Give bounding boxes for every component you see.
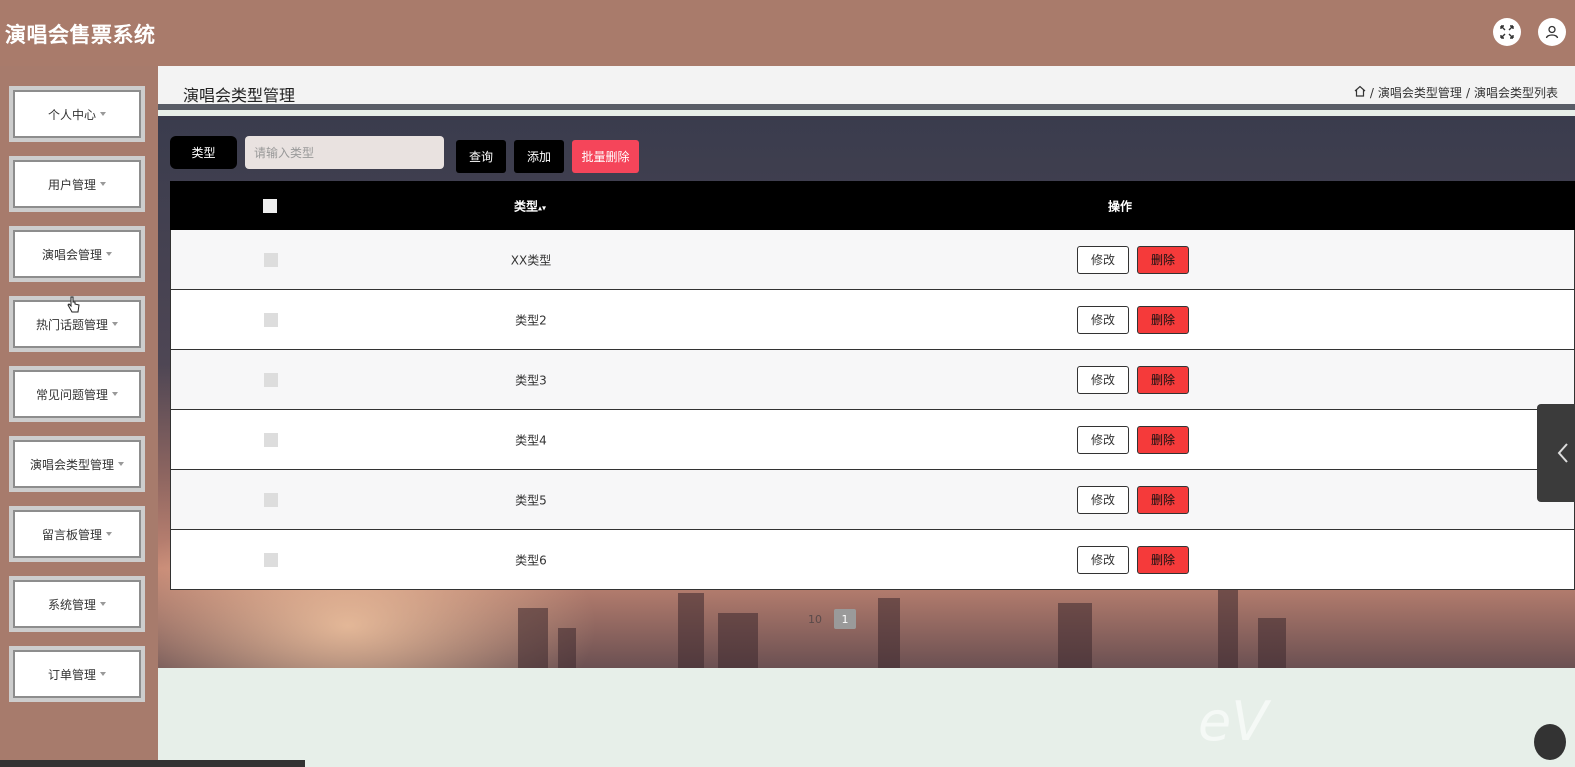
sidebar-item-label: 个人中心: [47, 107, 96, 122]
type-cell: 类型3: [515, 373, 547, 387]
sidebar-item-faq[interactable]: 常见问题管理: [9, 366, 145, 422]
table-row: XX类型 修改 删除: [170, 230, 1575, 290]
breadcrumb-separator: /: [1369, 85, 1374, 100]
page-button-current[interactable]: 1: [834, 609, 856, 629]
edit-button[interactable]: 修改: [1077, 425, 1129, 454]
add-button[interactable]: 添加: [514, 140, 564, 173]
actions-column-header: 操作: [1108, 199, 1133, 213]
table-row: 类型4 修改 删除: [170, 410, 1575, 470]
user-icon[interactable]: [1538, 18, 1566, 46]
row-checkbox[interactable]: [264, 372, 278, 387]
table-header: 类型▴▾ 操作: [170, 181, 1575, 230]
edit-button[interactable]: 修改: [1077, 305, 1129, 334]
breadcrumb: / 演唱会类型管理 / 演唱会类型列表: [1354, 84, 1558, 101]
edit-button[interactable]: 修改: [1077, 545, 1129, 574]
sidebar-item-system[interactable]: 系统管理: [9, 576, 145, 632]
type-table: 类型▴▾ 操作 XX类型 修改 删除 类型2 修改 删除 类型3 修改 删除 类…: [170, 181, 1575, 590]
sidebar-item-orders[interactable]: 订单管理: [9, 646, 145, 702]
breadcrumb-separator: /: [1465, 85, 1470, 100]
chevron-down-icon: [106, 252, 112, 256]
chevron-down-icon: [118, 462, 124, 466]
chevron-down-icon: [100, 182, 106, 186]
sidebar-item-label: 用户管理: [47, 177, 96, 192]
hand-cursor-icon: [67, 296, 81, 318]
type-cell: XX类型: [510, 253, 552, 267]
edit-button[interactable]: 修改: [1077, 365, 1129, 394]
type-filter-label: 类型: [170, 136, 237, 169]
type-cell: 类型6: [515, 553, 547, 567]
batch-delete-button[interactable]: 批量删除: [572, 140, 639, 173]
sidebar-item-concerts[interactable]: 演唱会管理: [9, 226, 145, 282]
row-checkbox[interactable]: [264, 312, 278, 327]
chevron-down-icon: [100, 672, 106, 676]
type-cell: 类型5: [515, 493, 547, 507]
delete-button[interactable]: 删除: [1137, 365, 1189, 394]
sidebar-item-label: 演唱会管理: [41, 247, 102, 262]
chevron-down-icon: [112, 322, 118, 326]
pagination: 10 1: [808, 609, 856, 629]
sidebar-item-personal-center[interactable]: 个人中心: [9, 86, 145, 142]
side-panel-toggle[interactable]: [1537, 404, 1575, 502]
watermark-logo: eV: [1198, 690, 1269, 753]
table-row: 类型3 修改 删除: [170, 350, 1575, 410]
floating-action-icon[interactable]: [1534, 724, 1566, 760]
sidebar-item-label: 常见问题管理: [35, 387, 108, 402]
breadcrumb-item: 演唱会类型列表: [1473, 86, 1558, 100]
table-row: 类型2 修改 删除: [170, 290, 1575, 350]
status-strip: [0, 760, 305, 767]
main-area: 演唱会类型管理 / 演唱会类型管理 / 演唱会类型列表 类型 查询 添加 批量删…: [158, 66, 1575, 767]
sidebar-item-users[interactable]: 用户管理: [9, 156, 145, 212]
app-title: 演唱会售票系统: [5, 23, 156, 47]
page-header: 演唱会类型管理 / 演唱会类型管理 / 演唱会类型列表: [158, 66, 1575, 110]
sidebar-item-label: 演唱会类型管理: [29, 457, 114, 472]
table-row: 类型6 修改 删除: [170, 530, 1575, 590]
chevron-down-icon: [100, 602, 106, 606]
sidebar-item-concert-types[interactable]: 演唱会类型管理: [9, 436, 145, 492]
query-button[interactable]: 查询: [456, 140, 506, 173]
home-icon[interactable]: [1354, 85, 1366, 100]
type-search-input[interactable]: [245, 136, 444, 169]
row-checkbox[interactable]: [264, 432, 278, 447]
sidebar-item-label: 留言板管理: [41, 527, 102, 542]
sidebar-item-label: 系统管理: [47, 597, 96, 612]
delete-button[interactable]: 删除: [1137, 425, 1189, 454]
fullscreen-icon[interactable]: [1493, 18, 1521, 46]
delete-button[interactable]: 删除: [1137, 305, 1189, 334]
page-title: 演唱会类型管理: [183, 86, 296, 105]
row-checkbox[interactable]: [264, 492, 278, 507]
delete-button[interactable]: 删除: [1137, 485, 1189, 514]
chevron-down-icon: [112, 392, 118, 396]
sidebar-item-label: 订单管理: [47, 667, 96, 682]
type-column-header[interactable]: 类型▴▾: [470, 197, 590, 214]
page-size-select[interactable]: 10: [808, 613, 822, 626]
sidebar-item-label: 热门话题管理: [35, 317, 108, 332]
table-row: 类型5 修改 删除: [170, 470, 1575, 530]
breadcrumb-item[interactable]: 演唱会类型管理: [1378, 84, 1462, 101]
chevron-down-icon: [100, 112, 106, 116]
type-cell: 类型4: [515, 433, 547, 447]
sidebar: 个人中心 用户管理 演唱会管理 热门话题管理 常见问题管理 演唱会类型管理 留言…: [0, 66, 158, 767]
edit-button[interactable]: 修改: [1077, 485, 1129, 514]
row-checkbox[interactable]: [264, 552, 278, 567]
row-checkbox[interactable]: [264, 252, 278, 267]
chevron-down-icon: [106, 532, 112, 536]
sort-icon: ▴▾: [537, 203, 547, 212]
delete-button[interactable]: 删除: [1137, 545, 1189, 574]
sidebar-item-message-board[interactable]: 留言板管理: [9, 506, 145, 562]
edit-button[interactable]: 修改: [1077, 245, 1129, 274]
top-bar: 演唱会售票系统: [0, 0, 1575, 66]
type-cell: 类型2: [515, 313, 547, 327]
select-all-checkbox[interactable]: [263, 198, 277, 213]
delete-button[interactable]: 删除: [1137, 245, 1189, 274]
